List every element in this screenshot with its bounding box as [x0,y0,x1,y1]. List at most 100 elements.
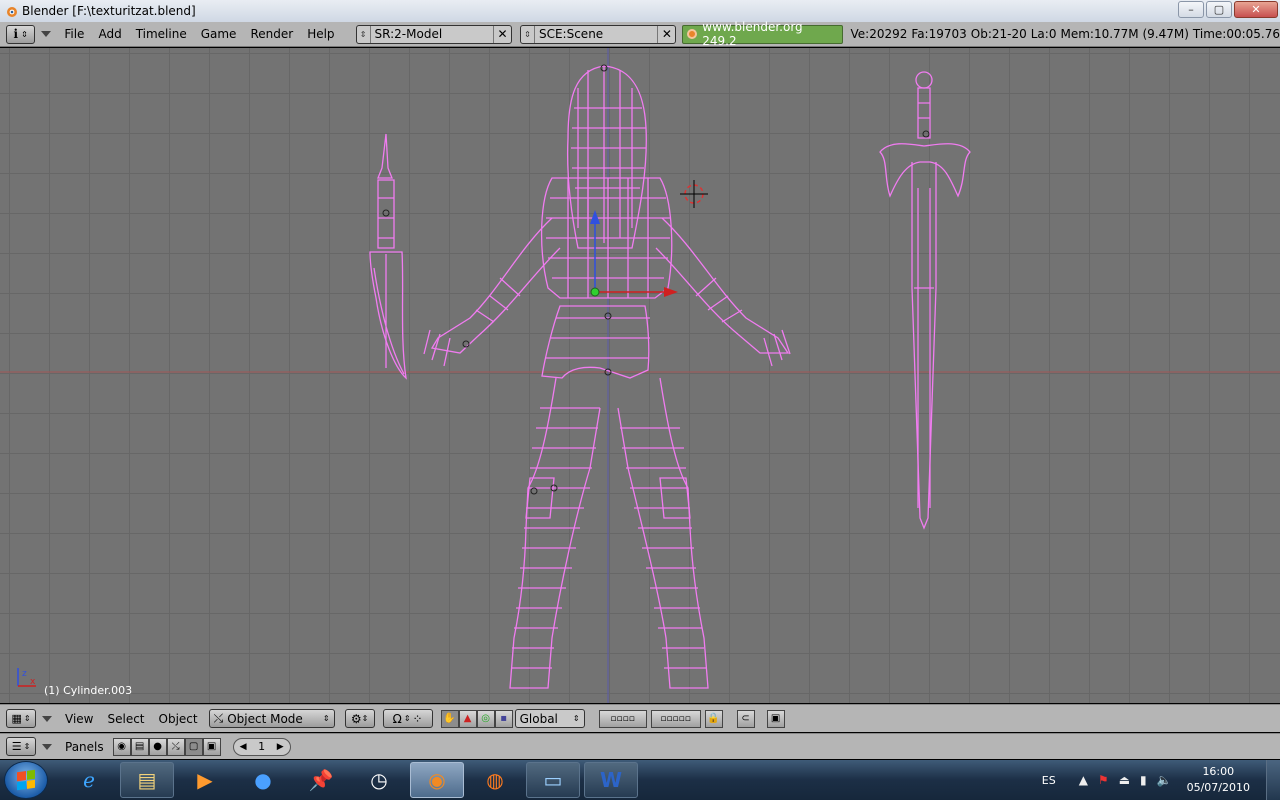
screen-selector[interactable]: ⇕ SR:2-Model ✕ [355,24,512,44]
windows-logo-icon [17,769,35,791]
pivot-icon: Ω [392,711,402,726]
blender-app-icon [7,7,17,17]
pivot-selector[interactable]: Ω ⇕ ⁘ [382,709,433,728]
mode-value: Object Mode [227,711,303,726]
panels-menu[interactable]: Panels [58,740,111,754]
clock-time: 16:00 [1202,765,1235,778]
character-wireframe [423,65,791,689]
transform-manipulator[interactable] [590,210,678,297]
minimize-button[interactable]: – [1178,1,1204,18]
increment-icon[interactable]: ▶ [277,742,284,752]
decrement-icon[interactable]: ◀ [240,742,247,752]
object-context-icon[interactable]: ⤯ [166,737,185,756]
collapse-menu-icon[interactable] [42,743,52,750]
layer-buttons[interactable]: ▫▫▫▫ ▫▫▫▫▫ [598,709,701,728]
render-icon[interactable]: ▣ [766,709,785,728]
orientation-selector[interactable]: Global ⇕ [514,709,585,728]
windows-taskbar: ℯ ▤ ▶ ● 📌 ◷ ◉ ◍ ▭ W ES ▲ ⚑ ⏏ ▮ 🔈 16:00 0… [0,760,1280,800]
script-context-icon[interactable]: ▤ [130,737,149,756]
menu-timeline[interactable]: Timeline [129,27,194,41]
system-clock[interactable]: 16:00 05/07/2010 [1187,764,1250,796]
stat-faces: Fa:19703 [911,27,967,41]
dagger-wireframe [369,133,407,380]
frame-number-field[interactable]: ◀ 1 ▶ [232,737,291,756]
menu-add[interactable]: Add [91,27,128,41]
user-app-icon[interactable]: ● [236,762,290,798]
window-title: Blender [F:\texturitzat.blend] [22,4,196,18]
maximize-button[interactable]: ▢ [1206,1,1232,18]
clock-date: 05/07/2010 [1186,781,1250,794]
3d-viewport[interactable]: z x (1) Cylinder.003 [0,48,1280,703]
menu-render[interactable]: Render [243,27,300,41]
layers-1-icon[interactable]: ▫▫▫▫ [598,709,647,728]
menu-view[interactable]: View [58,712,100,726]
blender-org-link[interactable]: www.blender.org 249.2 [682,20,843,48]
blender-version: www.blender.org 249.2 [702,20,803,48]
shading-context-icon[interactable]: ● [148,737,167,756]
scene-context-icon[interactable]: ▣ [202,737,221,756]
layers-2-icon[interactable]: ▫▫▫▫▫ [650,709,701,728]
network-icon[interactable]: ▮ [1140,773,1147,787]
editing-context-icon[interactable]: ▢ [184,737,203,756]
lock-icon[interactable]: 🔒 [704,709,723,728]
scene-name: SCE:Scene [538,27,604,41]
hand-manipulator-icon[interactable]: ✋ [440,709,459,728]
stat-memory: Mem:10.77M (9.47M) [1060,27,1189,41]
svg-text:x: x [30,677,36,687]
volume-icon[interactable]: 🔈 [1157,773,1172,787]
menu-select[interactable]: Select [100,712,151,726]
editor-type-button[interactable]: ▦ ⇕ [6,709,36,728]
media-player-icon[interactable]: ▶ [178,762,232,798]
logic-context-icon[interactable]: ◉ [112,737,131,756]
blender-logo-icon [687,29,698,39]
blender-taskbar-icon[interactable]: ◉ [410,762,464,798]
internet-explorer-icon[interactable]: ℯ [62,762,116,798]
viewport-canvas: z x [0,48,1280,703]
window-type-button[interactable]: i ⇕ [6,24,36,44]
menu-game[interactable]: Game [194,27,244,41]
menu-object[interactable]: Object [152,712,205,726]
show-desktop-button[interactable] [1266,760,1280,800]
dots-icon: ⁘ [412,711,423,726]
updown-icon: ⇕ [357,25,371,43]
translate-manipulator-icon[interactable]: ▲ [458,709,477,728]
menu-help[interactable]: Help [300,27,341,41]
pushpin-icon[interactable]: 📌 [294,762,348,798]
action-center-icon[interactable]: ⚑ [1098,773,1109,787]
draw-type-icon: ⚙ [350,711,362,726]
3d-cursor-icon[interactable] [680,180,708,208]
window-title-bar: Blender [F:\texturitzat.blend] – ▢ ✕ [0,0,1280,22]
delete-scene-icon[interactable]: ✕ [657,25,675,43]
firefox-icon[interactable]: ◍ [468,762,522,798]
scale-manipulator-icon[interactable]: ▪ [494,709,513,728]
svg-text:z: z [22,669,27,679]
language-indicator[interactable]: ES [1042,774,1056,787]
delete-screen-icon[interactable]: ✕ [492,25,511,43]
mode-selector[interactable]: ⤯ Object Mode ⇕ [208,709,335,728]
show-hidden-icons-icon[interactable]: ▲ [1079,773,1088,787]
editor-type-button[interactable]: ☰ ⇕ [6,737,36,756]
draw-type-selector[interactable]: ⚙ ⇕ [344,709,375,728]
link-icon[interactable]: ⊂ [736,709,755,728]
list-icon: ☰ [11,740,22,753]
scene-selector[interactable]: ⇕ SCE:Scene ✕ [519,24,677,44]
orientation-value: Global [519,711,558,726]
usb-icon[interactable]: ⏏ [1119,773,1130,787]
collapse-menu-icon[interactable] [41,31,52,37]
clock-app-icon[interactable]: ◷ [352,762,406,798]
updown-icon: ⇕ [521,25,535,43]
stat-verts: Ve:20292 [850,27,908,41]
3d-view-header: ▦ ⇕ View Select Object ⤯ Object Mode ⇕ ⚙ ⇕… [0,704,1280,732]
screen-name: SR:2-Model [374,27,443,41]
word-icon[interactable]: W [584,762,638,798]
close-button[interactable]: ✕ [1234,1,1278,18]
menu-file[interactable]: File [57,27,91,41]
file-explorer-icon[interactable]: ▤ [120,762,174,798]
object-origins [382,64,930,495]
start-button[interactable] [4,761,48,799]
object-mode-icon: ⤯ [213,711,224,725]
sword-wireframe [879,71,971,530]
collapse-menu-icon[interactable] [42,715,52,722]
rotate-manipulator-icon[interactable]: ◎ [476,709,495,728]
photo-viewer-icon[interactable]: ▭ [526,762,580,798]
